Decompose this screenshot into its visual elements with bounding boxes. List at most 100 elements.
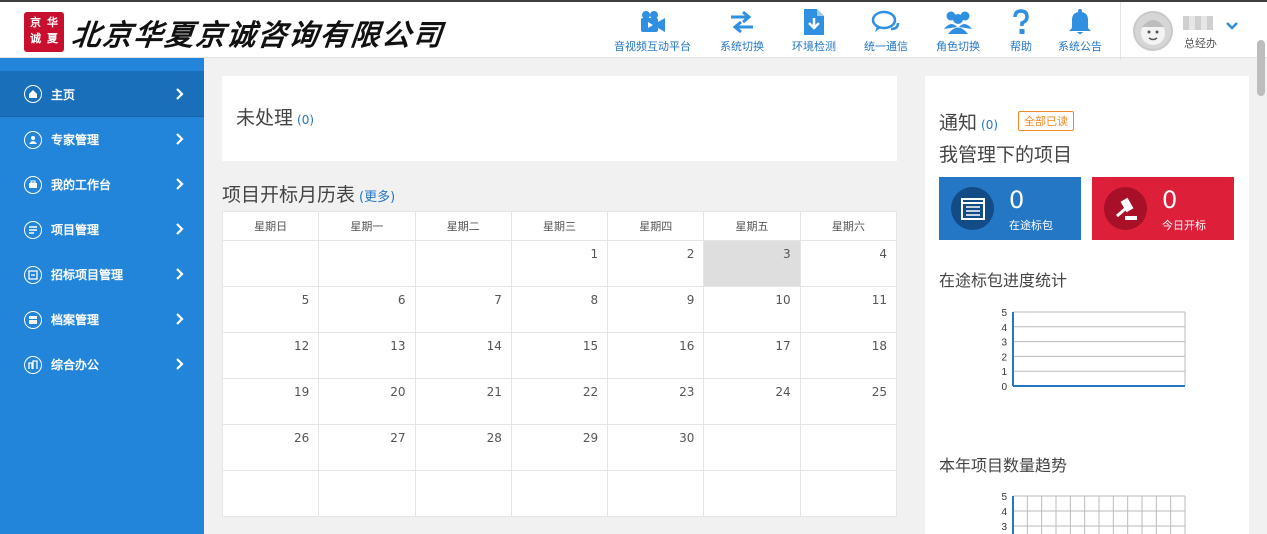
calendar-day-cell[interactable]: 17	[703, 332, 801, 379]
calendar-day-cell[interactable]: 22	[510, 378, 609, 425]
notice-count[interactable]: (0)	[981, 118, 998, 132]
bid-project-icon	[24, 265, 42, 284]
office-icon	[24, 355, 42, 374]
sidebar-item-archives[interactable]: 档案管理	[0, 297, 204, 342]
calendar-day-cell[interactable]: 8	[510, 286, 609, 333]
calendar-day-cell[interactable]: 24	[703, 378, 801, 425]
calendar-more-link[interactable]: (更多)	[359, 190, 395, 205]
y-tick-label: 3	[1001, 522, 1007, 533]
calendar-day-cell[interactable]: 3	[703, 240, 801, 287]
unprocessed-panel: 未处理 (0)	[222, 76, 897, 161]
calendar-day-cell[interactable]: 4	[799, 240, 898, 287]
nav-unified-comm[interactable]: 统一通信	[864, 8, 908, 56]
sidebar-item-workbench[interactable]: 我的工作台	[0, 162, 204, 207]
calendar-day-cell[interactable]: 10	[703, 286, 801, 333]
gavel-icon	[1104, 187, 1147, 230]
calendar-day-cell[interactable]: 13	[318, 332, 416, 379]
company-name: 北京华夏京诚咨询有限公司	[70, 18, 446, 52]
calendar-day-cell[interactable]: 12	[221, 332, 320, 379]
calendar-day-cell[interactable]: 2	[607, 240, 705, 287]
sidebar-item-home[interactable]: 主页	[0, 71, 204, 117]
notice-title: 通知 (0)	[939, 108, 998, 135]
calendar-day-cell[interactable]: 7	[414, 286, 512, 333]
calendar-day-cell[interactable]: 15	[510, 332, 609, 379]
user-menu[interactable]: 总经办	[1120, 2, 1267, 60]
calendar-day-cell[interactable]	[414, 470, 512, 517]
right-panel: 通知 (0) 全部已读 我管理下的项目 0 在途标包 0 今日开标 在途标包进度统…	[925, 76, 1249, 534]
sidebar-item-experts[interactable]: 专家管理	[0, 117, 204, 162]
calendar-day-cell[interactable]	[703, 470, 801, 517]
calendar-day-cell[interactable]	[221, 240, 320, 287]
document-download-icon	[799, 8, 829, 36]
calendar-day-cell[interactable]: 11	[799, 286, 898, 333]
nav-label: 系统切换	[720, 40, 764, 53]
calendar-week-row: 19 20 21 22 23 24 25	[221, 378, 898, 425]
nav-help[interactable]: 帮助	[1006, 8, 1036, 56]
top-header: 京华诚夏 北京华夏京诚咨询有限公司 音视频互动平台 系统切换 环境检测 统一通信…	[0, 0, 1267, 60]
calendar-day-cell[interactable]	[799, 424, 898, 471]
sidebar-item-label: 招标项目管理	[51, 268, 124, 282]
nav-role-switch[interactable]: 角色切换	[936, 8, 980, 56]
calendar-day-cell[interactable]	[799, 470, 898, 517]
calendar-day-cell[interactable]: 16	[607, 332, 705, 379]
calendar-day-cell[interactable]: 30	[607, 424, 705, 471]
nav-label: 统一通信	[864, 40, 908, 53]
calendar-day-cell[interactable]: 19	[221, 378, 320, 425]
project-icon	[24, 220, 42, 239]
calendar-title-label: 项目开标月历表	[222, 184, 356, 206]
calendar-day-cell[interactable]: 21	[414, 378, 512, 425]
calendar-day-cell[interactable]: 27	[318, 424, 416, 471]
page-scrollbar[interactable]	[1257, 40, 1265, 96]
mark-all-read-button[interactable]: 全部已读	[1018, 111, 1074, 131]
calendar-day-cell[interactable]: 26	[221, 424, 320, 471]
chat-bubbles-icon	[871, 8, 901, 36]
video-camera-icon	[638, 8, 668, 36]
calendar-day-cell[interactable]: 25	[799, 378, 898, 425]
unprocessed-label: 未处理	[236, 107, 294, 129]
calendar-day-cell[interactable]: 18	[799, 332, 898, 379]
y-tick-label: 0	[1001, 382, 1007, 393]
calendar-day-cell[interactable]: 1	[510, 240, 609, 287]
calendar-day-cell[interactable]	[318, 240, 416, 287]
in-transit-packages-card[interactable]: 0 在途标包	[939, 177, 1081, 240]
calendar-day-cell[interactable]: 14	[414, 332, 512, 379]
calendar-day-cell[interactable]: 5	[221, 286, 320, 333]
chevron-right-icon	[176, 130, 184, 149]
weekday-header: 星期四	[607, 211, 705, 241]
calendar-week-row: 26 27 28 29 30	[221, 424, 898, 471]
trend-chart-title: 本年项目数量趋势	[939, 456, 1068, 475]
nav-system-switch[interactable]: 系统切换	[720, 8, 764, 56]
calendar-day-cell[interactable]: 20	[318, 378, 416, 425]
my-projects-title: 我管理下的项目	[939, 144, 1073, 166]
sidebar-item-office[interactable]: 综合办公	[0, 342, 204, 387]
calendar-day-cell[interactable]: 29	[510, 424, 609, 471]
calendar-day-cell[interactable]: 9	[607, 286, 705, 333]
nav-env-check[interactable]: 环境检测	[792, 8, 836, 56]
nav-video-platform[interactable]: 音视频互动平台	[614, 8, 691, 56]
users-icon	[943, 8, 973, 36]
calendar-day-cell[interactable]	[318, 470, 416, 517]
swap-arrows-icon	[727, 8, 757, 36]
calendar-day-cell[interactable]	[414, 240, 512, 287]
package-list-icon	[951, 187, 994, 230]
calendar-day-cell[interactable]	[607, 470, 705, 517]
nav-announcements[interactable]: 系统公告	[1058, 8, 1102, 56]
sidebar: 主页 专家管理 我的工作台 项目管理 招标项目管理 档案管理 综合办公	[0, 58, 204, 534]
chevron-down-icon[interactable]	[1225, 16, 1239, 35]
sidebar-item-label: 档案管理	[51, 313, 100, 327]
chevron-right-icon	[176, 220, 184, 239]
calendar-day-cell[interactable]: 6	[318, 286, 416, 333]
nav-label: 角色切换	[936, 40, 980, 53]
sidebar-item-label: 专家管理	[51, 133, 100, 147]
avatar[interactable]	[1133, 11, 1173, 51]
sidebar-item-bid-projects[interactable]: 招标项目管理	[0, 252, 204, 297]
calendar-day-cell[interactable]: 23	[607, 378, 705, 425]
trend-chart: 5 4 3	[1001, 492, 1186, 534]
calendar-day-cell[interactable]	[510, 470, 609, 517]
calendar-day-cell[interactable]	[221, 470, 320, 517]
sidebar-item-projects[interactable]: 项目管理	[0, 207, 204, 252]
today-opening-card[interactable]: 0 今日开标	[1092, 177, 1234, 240]
calendar-day-cell[interactable]: 28	[414, 424, 512, 471]
calendar-day-cell[interactable]	[703, 424, 801, 471]
unprocessed-count[interactable]: (0)	[297, 113, 314, 127]
